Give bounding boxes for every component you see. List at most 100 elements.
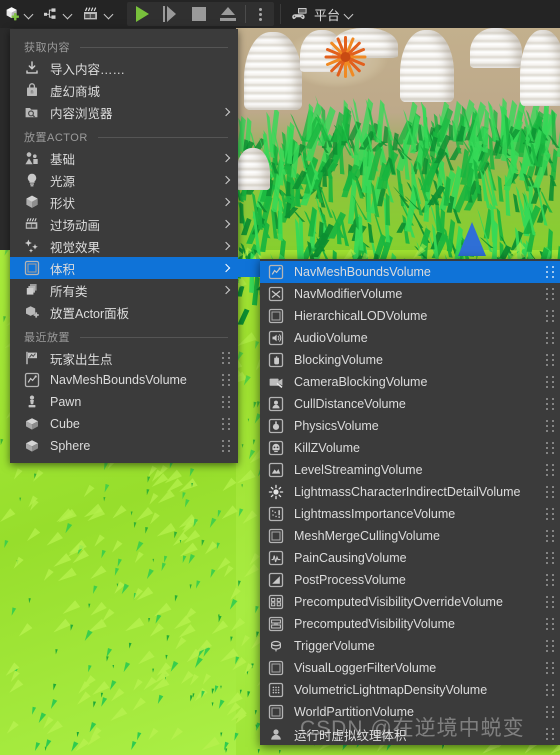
drag-handle-icon[interactable] [546,683,556,697]
volume-item-blockingvolume[interactable]: BlockingVolume [260,349,560,371]
menu-item-内容浏览器[interactable]: 内容浏览器 [10,101,238,123]
menu-item-cube[interactable]: Cube [10,413,238,435]
volume-item-hierarchicallodvolume[interactable]: HierarchicalLODVolume [260,305,560,327]
volume-item-运行时虚拟纹理体积[interactable]: 运行时虚拟纹理体积 [260,723,560,745]
volume-item-navmeshboundsvolume[interactable]: NavMeshBoundsVolume [260,261,560,283]
drag-handle-icon[interactable] [546,353,556,367]
volume-item-label: AudioVolume [294,331,368,345]
post-process-icon [268,572,284,588]
viewport-rock [244,32,302,110]
volume-box-icon [24,260,40,276]
volume-item-killzvolume[interactable]: KillZVolume [260,437,560,459]
menu-item-pawn[interactable]: Pawn [10,391,238,413]
volume-item-camerablockingvolume[interactable]: CameraBlockingVolume [260,371,560,393]
menu-item-navmeshboundsvolume[interactable]: NavMeshBoundsVolume [10,369,238,391]
menu-item-label: 内容浏览器 [50,106,113,121]
menu-item-基础[interactable]: 基础 [10,147,238,169]
import-icon [26,61,38,74]
drag-handle-icon[interactable] [546,507,556,521]
drag-handle-icon[interactable] [222,439,232,453]
play-icon[interactable] [136,6,149,22]
trigger-icon [268,638,286,654]
drag-handle-icon[interactable] [546,397,556,411]
precomputed-visibility-icon [268,616,284,632]
all-classes-icon [24,282,42,298]
runtime-vt-icon [268,726,286,742]
menu-item-过场动画[interactable]: 过场动画 [10,213,238,235]
drag-handle-icon[interactable] [546,265,556,279]
volume-item-audiovolume[interactable]: AudioVolume [260,327,560,349]
kebab-menu-icon[interactable] [253,5,267,23]
menu-item-虚幻商城[interactable]: n 虚幻商城 [10,79,238,101]
drag-handle-icon[interactable] [546,309,556,323]
volume-item-worldpartitionvolume[interactable]: WorldPartitionVolume [260,701,560,723]
viewport-rock [520,30,560,106]
content-browser-icon [24,104,42,120]
menu-item-sphere[interactable]: Sphere [10,435,238,457]
clapperboard-icon [24,216,42,232]
volume-item-lightmasscharacterindirectdetailvolume[interactable]: LightmassCharacterIndirectDetailVolume [260,481,560,503]
cinematics-dropdown[interactable] [79,2,118,26]
menu-item-玩家出生点[interactable]: 玩家出生点 [10,347,238,369]
volume-item-triggervolume[interactable]: TriggerVolume [260,635,560,657]
chevron-right-icon [222,152,232,164]
cube-plus-icon [6,7,19,21]
menu-item-视觉效果[interactable]: 视觉效果 [10,235,238,257]
drag-handle-icon[interactable] [222,417,232,431]
drag-handle-icon[interactable] [546,661,556,675]
volume-item-paincausingvolume[interactable]: PainCausingVolume [260,547,560,569]
drag-handle-icon[interactable] [546,529,556,543]
volume-item-precomputedvisibilityvolume[interactable]: PrecomputedVisibilityVolume [260,613,560,635]
drag-handle-icon[interactable] [546,551,556,565]
eject-icon[interactable] [220,7,236,21]
volume-item-navmodifiervolume[interactable]: NavModifierVolume [260,283,560,305]
drag-handle-icon[interactable] [546,485,556,499]
volume-item-precomputedvisibilityoverridevolume[interactable]: PrecomputedVisibilityOverrideVolume [260,591,560,613]
cull-distance-icon [268,396,286,412]
volume-item-volumetriclightmapdensityvolume[interactable]: VolumetricLightmapDensityVolume [260,679,560,701]
drag-handle-icon[interactable] [546,573,556,587]
add-actor-dropdown[interactable] [1,2,38,26]
volume-item-label: LightmassImportanceVolume [294,507,456,521]
drag-handle-icon[interactable] [546,595,556,609]
volume-item-visualloggerfiltervolume[interactable]: VisualLoggerFilterVolume [260,657,560,679]
speaker-icon [268,330,284,346]
drag-handle-icon[interactable] [222,373,232,387]
drag-handle-icon[interactable] [546,639,556,653]
menu-item-所有类[interactable]: 所有类 [10,279,238,301]
level-streaming-icon [268,462,284,478]
volume-item-levelstreamingvolume[interactable]: LevelStreamingVolume [260,459,560,481]
stop-icon[interactable] [192,7,206,21]
menu-item-导入内容-[interactable]: 导入内容…… [10,57,238,79]
menu-item-光源[interactable]: 光源 [10,169,238,191]
runtime-vt-icon [271,729,281,740]
drag-handle-icon[interactable] [546,441,556,455]
drag-handle-icon[interactable] [546,617,556,631]
platform-dropdown[interactable]: 平台 [288,2,358,26]
navmesh-bounds-icon [268,264,284,280]
precomputed-override-icon [268,594,284,610]
volumes-submenu: NavMeshBoundsVolume NavModifierVolume Hier… [260,259,560,745]
toolbar-divider [280,4,281,24]
menu-item-放置actor面板[interactable]: 放置Actor面板 [10,301,238,323]
drag-handle-icon[interactable] [546,463,556,477]
drag-handle-icon[interactable] [222,395,232,409]
volume-item-physicsvolume[interactable]: PhysicsVolume [260,415,560,437]
drag-handle-icon[interactable] [546,331,556,345]
volume-item-meshmergecullingvolume[interactable]: MeshMergeCullingVolume [260,525,560,547]
volume-item-culldistancevolume[interactable]: CullDistanceVolume [260,393,560,415]
drag-handle-icon[interactable] [546,287,556,301]
step-forward-icon[interactable] [163,6,178,22]
drag-handle-icon[interactable] [546,375,556,389]
volume-item-postprocessvolume[interactable]: PostProcessVolume [260,569,560,591]
blueprints-dropdown[interactable] [40,2,77,26]
menu-item-体积[interactable]: 体积 [10,257,238,279]
volume-box-icon [268,660,284,676]
drag-handle-icon[interactable] [546,727,556,741]
volume-item-label: PostProcessVolume [294,573,406,587]
menu-item-形状[interactable]: 形状 [10,191,238,213]
drag-handle-icon[interactable] [222,351,232,365]
drag-handle-icon[interactable] [546,419,556,433]
volume-item-lightmassimportancevolume[interactable]: LightmassImportanceVolume [260,503,560,525]
drag-handle-icon[interactable] [546,705,556,719]
